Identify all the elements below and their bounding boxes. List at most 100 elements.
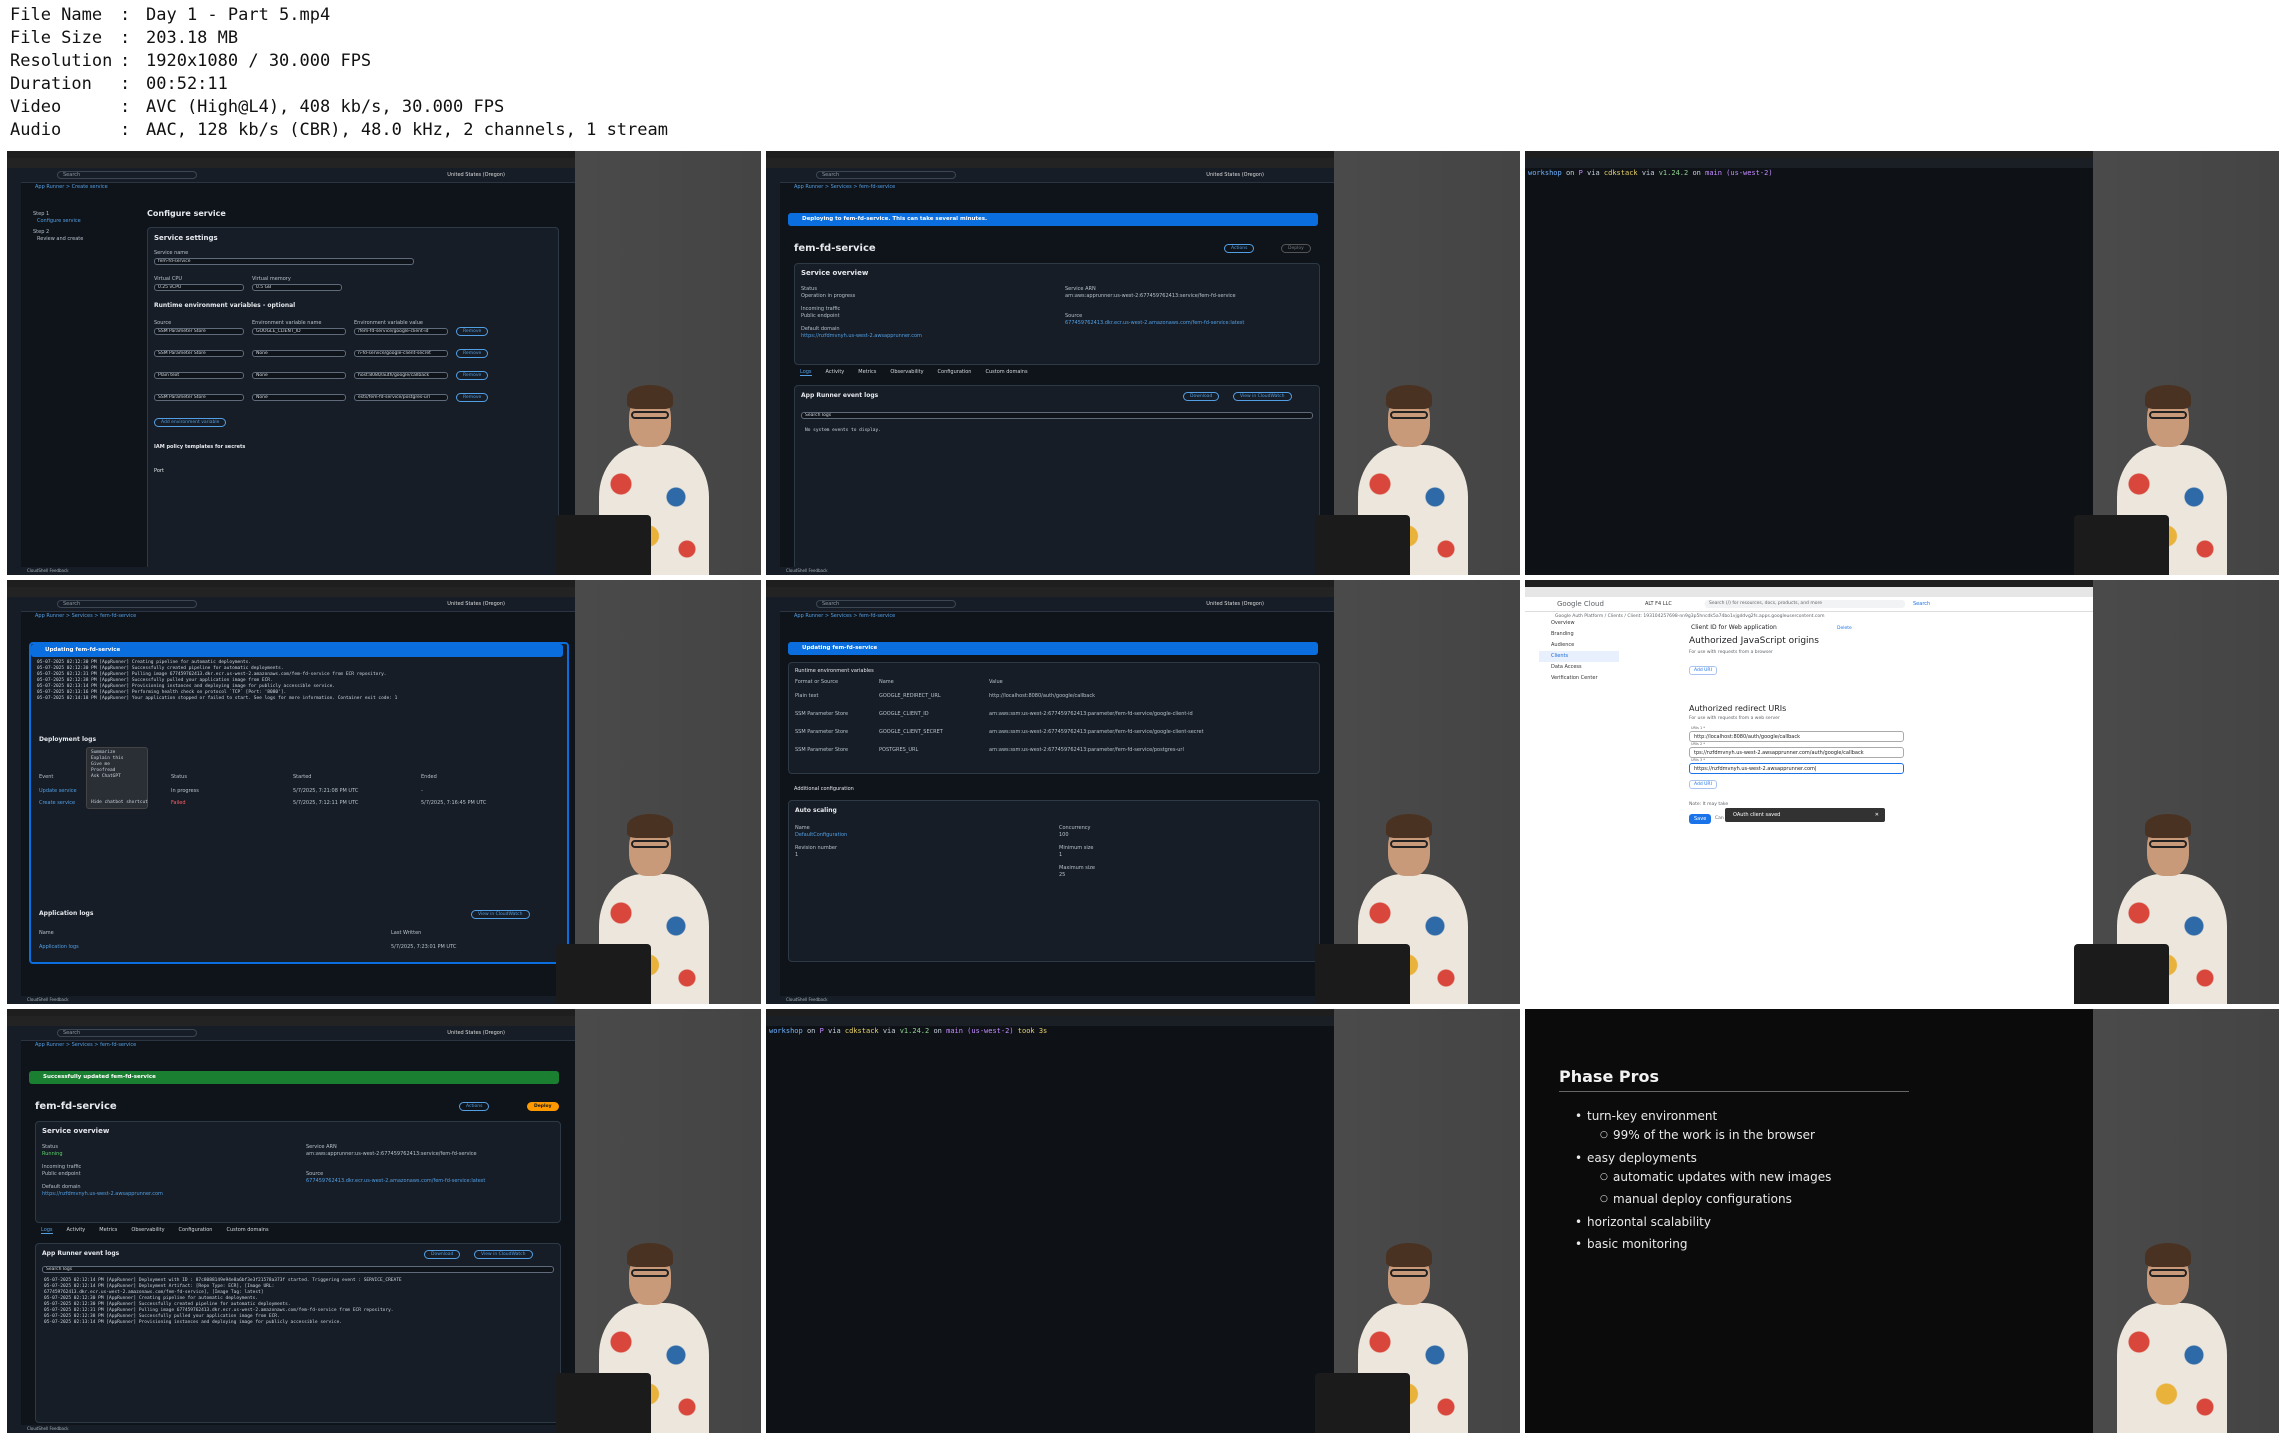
additional-config-toggle[interactable]: Additional configuration	[794, 786, 854, 792]
download-button[interactable]: Download	[1183, 392, 1220, 401]
env-source-select[interactable]: SSM Parameter Store	[154, 350, 244, 357]
search-button[interactable]: Search	[1913, 601, 1930, 607]
default-domain-link[interactable]: https://nzfdmvnyh.us-west-2.awsapprunner…	[42, 1191, 163, 1197]
menu-item[interactable]: Hide chatbot shortcut	[87, 800, 148, 806]
tab-observability[interactable]: Observability	[131, 1227, 164, 1233]
breadcrumb[interactable]: App Runner > Create service	[35, 184, 108, 190]
iam-policy-toggle[interactable]: IAM policy templates for secrets	[154, 444, 245, 450]
actions-button[interactable]: Actions	[459, 1102, 490, 1111]
sidebar-item-overview[interactable]: Overview	[1539, 618, 1619, 629]
google-cloud-logo[interactable]: Google Cloud	[1557, 600, 1604, 608]
download-button[interactable]: Download	[424, 1250, 461, 1259]
bullet-item: horizontal scalability	[1575, 1215, 1711, 1229]
service-name-input[interactable]: fem-fd-service	[154, 258, 414, 265]
save-button[interactable]: Save	[1689, 814, 1712, 824]
title-divider	[1559, 1091, 1909, 1092]
toast-message: OAuth client saved	[1733, 812, 1781, 818]
event-link[interactable]: Update service	[39, 788, 77, 794]
region-selector[interactable]: United States (Oregon)	[1206, 172, 1264, 178]
project-selector[interactable]: ALT F4 LLC	[1645, 601, 1672, 607]
menu-item[interactable]: Ask ChatGPT	[87, 774, 147, 780]
max-size-value: 25	[1059, 872, 1066, 878]
config-name-link[interactable]: DefaultConfiguration	[795, 832, 847, 838]
application-logs-link[interactable]: Application logs	[39, 944, 79, 950]
sidebar-item-verification[interactable]: Verification Center	[1539, 673, 1619, 684]
add-uri-button[interactable]: Add URI	[1689, 780, 1717, 789]
region-selector[interactable]: United States (Oregon)	[1206, 601, 1264, 607]
deploy-button[interactable]: Deploy	[1281, 244, 1311, 253]
source-link[interactable]: 677459762413.dkr.ecr.us-west-2.amazonaws…	[1065, 320, 1244, 326]
view-cloudwatch-button[interactable]: View in CloudWatch	[474, 1250, 533, 1259]
source-link[interactable]: 677459762413.dkr.ecr.us-west-2.amazonaws…	[306, 1178, 485, 1184]
breadcrumb[interactable]: App Runner > Services > fem-fd-service	[35, 1042, 136, 1048]
breadcrumb[interactable]: App Runner > Services > fem-fd-service	[35, 613, 136, 619]
delete-button[interactable]: Delete	[1837, 626, 1852, 631]
add-env-var-button[interactable]: Add environment variable	[154, 418, 227, 427]
shell-prompt[interactable]: workshop on P via cdkstack via v1.24.2 o…	[769, 1027, 1047, 1035]
search-input[interactable]: Search	[57, 171, 197, 179]
deploy-button[interactable]: Deploy	[527, 1102, 559, 1111]
tab-configuration[interactable]: Configuration	[938, 369, 972, 375]
search-logs-input[interactable]: Search logs	[42, 1266, 554, 1273]
memory-select[interactable]: 0.5 GB	[252, 284, 342, 291]
tab-logs[interactable]: Logs	[800, 369, 812, 376]
env-name-input[interactable]: None	[252, 350, 346, 357]
search-input[interactable]: Search	[816, 171, 956, 179]
search-input[interactable]: Search	[57, 1029, 197, 1037]
remove-button[interactable]: Remove	[456, 393, 489, 402]
redirect-uri-input[interactable]: http://localhost:8080/auth/google/callba…	[1689, 731, 1904, 742]
env-source-select[interactable]: Plain text	[154, 372, 244, 379]
env-value-input[interactable]: n-fd-service/google-client-secret	[354, 350, 448, 357]
env-value-input[interactable]: /fem-fd-service/google-client-id	[354, 328, 448, 335]
tab-activity[interactable]: Activity	[826, 369, 845, 375]
view-cloudwatch-button[interactable]: View in CloudWatch	[471, 910, 530, 919]
search-input[interactable]: Search (/) for resources, docs, products…	[1705, 600, 1905, 608]
actions-button[interactable]: Actions	[1224, 244, 1255, 253]
env-name-input[interactable]: None	[252, 394, 346, 401]
default-domain-link[interactable]: https://nzfdmvnyh.us-west-2.awsapprunner…	[801, 333, 922, 339]
remove-button[interactable]: Remove	[456, 349, 489, 358]
tab-metrics[interactable]: Metrics	[99, 1227, 117, 1233]
aws-top-nav: Search United States (Oregon)	[7, 1026, 575, 1041]
region-selector[interactable]: United States (Oregon)	[447, 172, 505, 178]
tab-metrics[interactable]: Metrics	[858, 369, 876, 375]
tab-custom-domains[interactable]: Custom domains	[226, 1227, 268, 1233]
remove-button[interactable]: Remove	[456, 371, 489, 380]
tab-activity[interactable]: Activity	[67, 1227, 86, 1233]
env-name-input[interactable]: None	[252, 372, 346, 379]
tab-logs[interactable]: Logs	[41, 1227, 53, 1234]
shell-prompt[interactable]: workshop on P via cdkstack via v1.24.2 o…	[1528, 169, 1773, 177]
cpu-select[interactable]: 0.25 vCPU	[154, 284, 244, 291]
macos-menu-bar	[7, 1009, 575, 1016]
macos-menu-bar	[766, 151, 1334, 158]
sidebar-item-audience[interactable]: Audience	[1539, 640, 1619, 651]
sidebar-item-clients[interactable]: Clients	[1539, 651, 1619, 662]
event-link[interactable]: Create service	[39, 800, 75, 806]
remove-button[interactable]: Remove	[456, 327, 489, 336]
view-cloudwatch-button[interactable]: View in CloudWatch	[1233, 392, 1292, 401]
breadcrumb[interactable]: App Runner > Services > fem-fd-service	[794, 613, 895, 619]
search-input[interactable]: Search	[816, 600, 956, 608]
region-selector[interactable]: United States (Oregon)	[447, 601, 505, 607]
step-1-link[interactable]: Configure service	[37, 218, 81, 224]
close-icon[interactable]: ✕	[1875, 808, 1879, 822]
search-logs-input[interactable]: Search logs	[801, 412, 1313, 419]
sidebar-item-branding[interactable]: Branding	[1539, 629, 1619, 640]
env-name-input[interactable]: GOOGLE_CLIENT_ID	[252, 328, 346, 335]
sidebar-item-data-access[interactable]: Data Access	[1539, 662, 1619, 673]
region-selector[interactable]: United States (Oregon)	[447, 1030, 505, 1036]
env-source-select[interactable]: SSM Parameter Store	[154, 328, 244, 335]
env-value-input[interactable]: ests/fem-fd-service/postgres-url	[354, 394, 448, 401]
redirect-uri-input[interactable]: tps://nzfdmvnyh.us-west-2.awsapprunner.c…	[1689, 747, 1904, 758]
tab-custom-domains[interactable]: Custom domains	[985, 369, 1027, 375]
cancel-button[interactable]: Can	[1715, 816, 1724, 821]
step-2-link[interactable]: Review and create	[37, 236, 83, 242]
tab-observability[interactable]: Observability	[890, 369, 923, 375]
search-input[interactable]: Search	[57, 600, 197, 608]
env-source-select[interactable]: SSM Parameter Store	[154, 394, 244, 401]
env-value-input[interactable]: host:8080/auth/google/callback	[354, 372, 448, 379]
add-uri-button[interactable]: Add URI	[1689, 666, 1717, 675]
redirect-uri-input[interactable]: https://nzfdmvnyh.us-west-2.awsapprunner…	[1689, 763, 1904, 774]
breadcrumb[interactable]: App Runner > Services > fem-fd-service	[794, 184, 895, 190]
tab-configuration[interactable]: Configuration	[179, 1227, 213, 1233]
